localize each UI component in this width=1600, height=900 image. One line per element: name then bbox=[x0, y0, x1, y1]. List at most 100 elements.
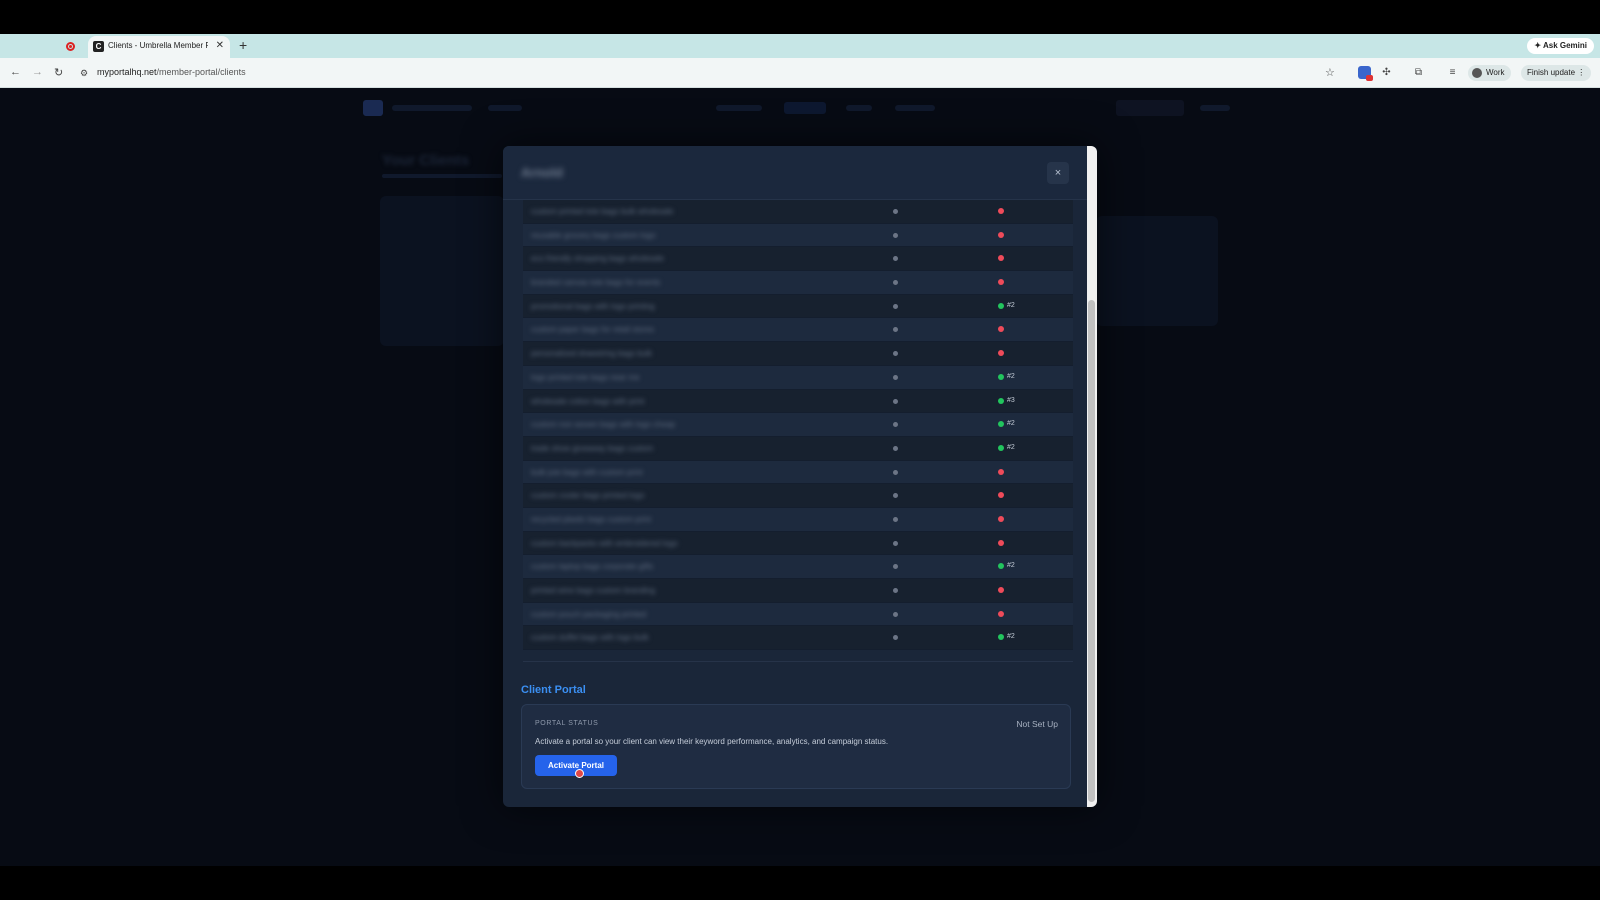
keyword-name: custom backpacks with embroidered logo bbox=[531, 538, 678, 548]
browser-tab[interactable]: C Clients - Umbrella Member P ✕ bbox=[88, 36, 230, 58]
keyword-name: printed wine bags custom branding bbox=[531, 586, 656, 595]
ask-gemini-label: Ask Gemini bbox=[1542, 41, 1587, 50]
table-row: logo printed tote bags near me #2 bbox=[523, 365, 1073, 390]
tab-title: Clients - Umbrella Member P bbox=[108, 41, 208, 50]
client-card-placeholder bbox=[1096, 216, 1218, 326]
ask-gemini-button[interactable]: ✦ Ask Gemini bbox=[1527, 38, 1594, 54]
ranking-status-icon bbox=[998, 492, 1004, 499]
keyword-name: custom duffel bags with logo bulk bbox=[531, 633, 649, 643]
ranking-position: #2 bbox=[1007, 372, 1015, 380]
avatar bbox=[1472, 68, 1482, 78]
new-tab-icon[interactable]: + bbox=[239, 37, 247, 53]
app-name-placeholder bbox=[392, 105, 472, 111]
keyword-name: custom paper bags for retail stores bbox=[531, 325, 655, 335]
keyword-name: recycled plastic bags custom print bbox=[531, 514, 652, 524]
keyword-name: reusable grocery bags custom logo bbox=[531, 230, 656, 240]
favicon-icon: C bbox=[93, 41, 104, 52]
tracking-dot-icon bbox=[893, 374, 898, 380]
table-row: wholesale cotton bags with print #3 bbox=[523, 389, 1073, 414]
ranking-status-icon bbox=[998, 302, 1004, 309]
tracking-dot-icon bbox=[893, 303, 898, 309]
bookmark-star-icon[interactable]: ☆ bbox=[1325, 66, 1335, 79]
ranking-position: #3 bbox=[1007, 396, 1015, 404]
table-row: personalized drawstring bags bulk bbox=[523, 342, 1073, 366]
finish-update-label: Finish update bbox=[1527, 68, 1576, 77]
keyword-name: custom laptop bags corporate gifts bbox=[531, 562, 654, 572]
finish-update-button[interactable]: Finish update ⋮ bbox=[1521, 65, 1592, 81]
table-row: trade show giveaway bags custom #2 bbox=[523, 436, 1073, 461]
ranking-status-icon bbox=[998, 634, 1004, 641]
nav-placeholder bbox=[846, 105, 872, 111]
recording-icon[interactable] bbox=[66, 42, 75, 51]
client-detail-modal: Arnold × custom printed tote bags bulk w… bbox=[503, 146, 1097, 807]
reload-icon[interactable]: ↻ bbox=[54, 66, 63, 79]
header-link-placeholder bbox=[1200, 105, 1230, 111]
tracking-dot-icon bbox=[893, 398, 898, 404]
tracking-dot-icon bbox=[893, 209, 898, 214]
profile-button[interactable]: Work bbox=[1468, 65, 1511, 81]
app-logo-icon bbox=[363, 100, 383, 116]
keyword-name: custom cooler bags printed logo bbox=[531, 491, 645, 501]
portal-description: Activate a portal so your client can vie… bbox=[535, 737, 889, 746]
ranking-status-icon bbox=[998, 468, 1004, 475]
ranking-position: #2 bbox=[1007, 420, 1015, 428]
ranking-status-icon bbox=[998, 587, 1004, 593]
table-row: custom cooler bags printed logo bbox=[523, 484, 1073, 508]
tracking-dot-icon bbox=[893, 445, 898, 451]
nav-placeholder bbox=[488, 105, 522, 111]
client-card-placeholder bbox=[380, 196, 504, 346]
table-row: custom printed tote bags bulk wholesale bbox=[523, 200, 1073, 224]
tracking-dot-icon bbox=[893, 493, 898, 499]
forward-icon[interactable]: → bbox=[32, 66, 43, 78]
close-icon[interactable]: × bbox=[1047, 162, 1069, 184]
tracking-dot-icon bbox=[893, 564, 898, 570]
table-row: custom non woven bags with logo cheap #2 bbox=[523, 413, 1073, 437]
tracking-dot-icon bbox=[893, 588, 898, 593]
portal-status-label: PORTAL STATUS bbox=[535, 720, 599, 727]
keyword-name: custom printed tote bags bulk wholesale bbox=[531, 207, 674, 216]
tracking-dot-icon bbox=[893, 540, 898, 546]
address-bar-row: ← → ↻ ⚙ myportalhq.net/member-portal/cli… bbox=[0, 58, 1600, 88]
table-row: recycled plastic bags custom print bbox=[523, 507, 1073, 532]
ranking-position: #2 bbox=[1007, 562, 1015, 570]
tab-close-icon[interactable]: ✕ bbox=[216, 40, 224, 51]
table-divider bbox=[523, 661, 1073, 662]
table-row: printed wine bags custom branding bbox=[523, 579, 1073, 603]
subtitle-placeholder bbox=[382, 174, 502, 178]
modal-scrollbar-thumb[interactable] bbox=[1088, 300, 1095, 802]
back-icon[interactable]: ← bbox=[10, 66, 21, 78]
letterbox-bottom bbox=[0, 866, 1600, 900]
keyword-name: custom non woven bags with logo cheap bbox=[531, 420, 676, 430]
ranking-status-icon bbox=[998, 279, 1004, 286]
url-field[interactable]: myportalhq.net/member-portal/clients bbox=[97, 67, 246, 77]
site-settings-icon[interactable]: ⚙ bbox=[80, 68, 88, 79]
ranking-status-icon bbox=[998, 515, 1004, 522]
extension-badge-icon[interactable] bbox=[1358, 66, 1373, 81]
tracking-dot-icon bbox=[893, 516, 898, 522]
portal-status-value: Not Set Up bbox=[1016, 719, 1058, 729]
tracking-dot-icon bbox=[893, 327, 898, 333]
tracking-dot-icon bbox=[893, 280, 898, 286]
ranking-status-icon bbox=[998, 255, 1004, 262]
modal-header: Arnold × bbox=[503, 146, 1097, 200]
extensions-puzzle-icon[interactable]: ✣ bbox=[1380, 66, 1393, 79]
keyword-name: personalized drawstring bags bulk bbox=[531, 349, 652, 359]
ranking-position: #2 bbox=[1007, 633, 1015, 641]
media-control-icon[interactable]: ≡ bbox=[1446, 66, 1459, 79]
ranking-position: #2 bbox=[1007, 301, 1015, 309]
tracking-dot-icon bbox=[893, 256, 898, 262]
letterbox-top bbox=[0, 0, 1600, 34]
keyword-name: bulk jute bags with custom print bbox=[531, 467, 643, 477]
keyword-name: logo printed tote bags near me bbox=[531, 372, 640, 382]
nav-placeholder bbox=[716, 105, 762, 111]
ranking-status-icon bbox=[998, 421, 1004, 428]
table-row: custom paper bags for retail stores bbox=[523, 318, 1073, 343]
tracking-dot-icon bbox=[893, 422, 898, 428]
ranking-status-icon bbox=[998, 610, 1004, 617]
table-row: custom pouch packaging printed bbox=[523, 602, 1073, 627]
ranking-status-icon bbox=[998, 208, 1004, 214]
portal-status-card: PORTAL STATUS Not Set Up Activate a port… bbox=[521, 704, 1071, 789]
split-view-icon[interactable]: ⧉ bbox=[1412, 66, 1425, 79]
tracking-dot-icon bbox=[893, 469, 898, 475]
keyword-name: wholesale cotton bags with print bbox=[531, 396, 645, 406]
